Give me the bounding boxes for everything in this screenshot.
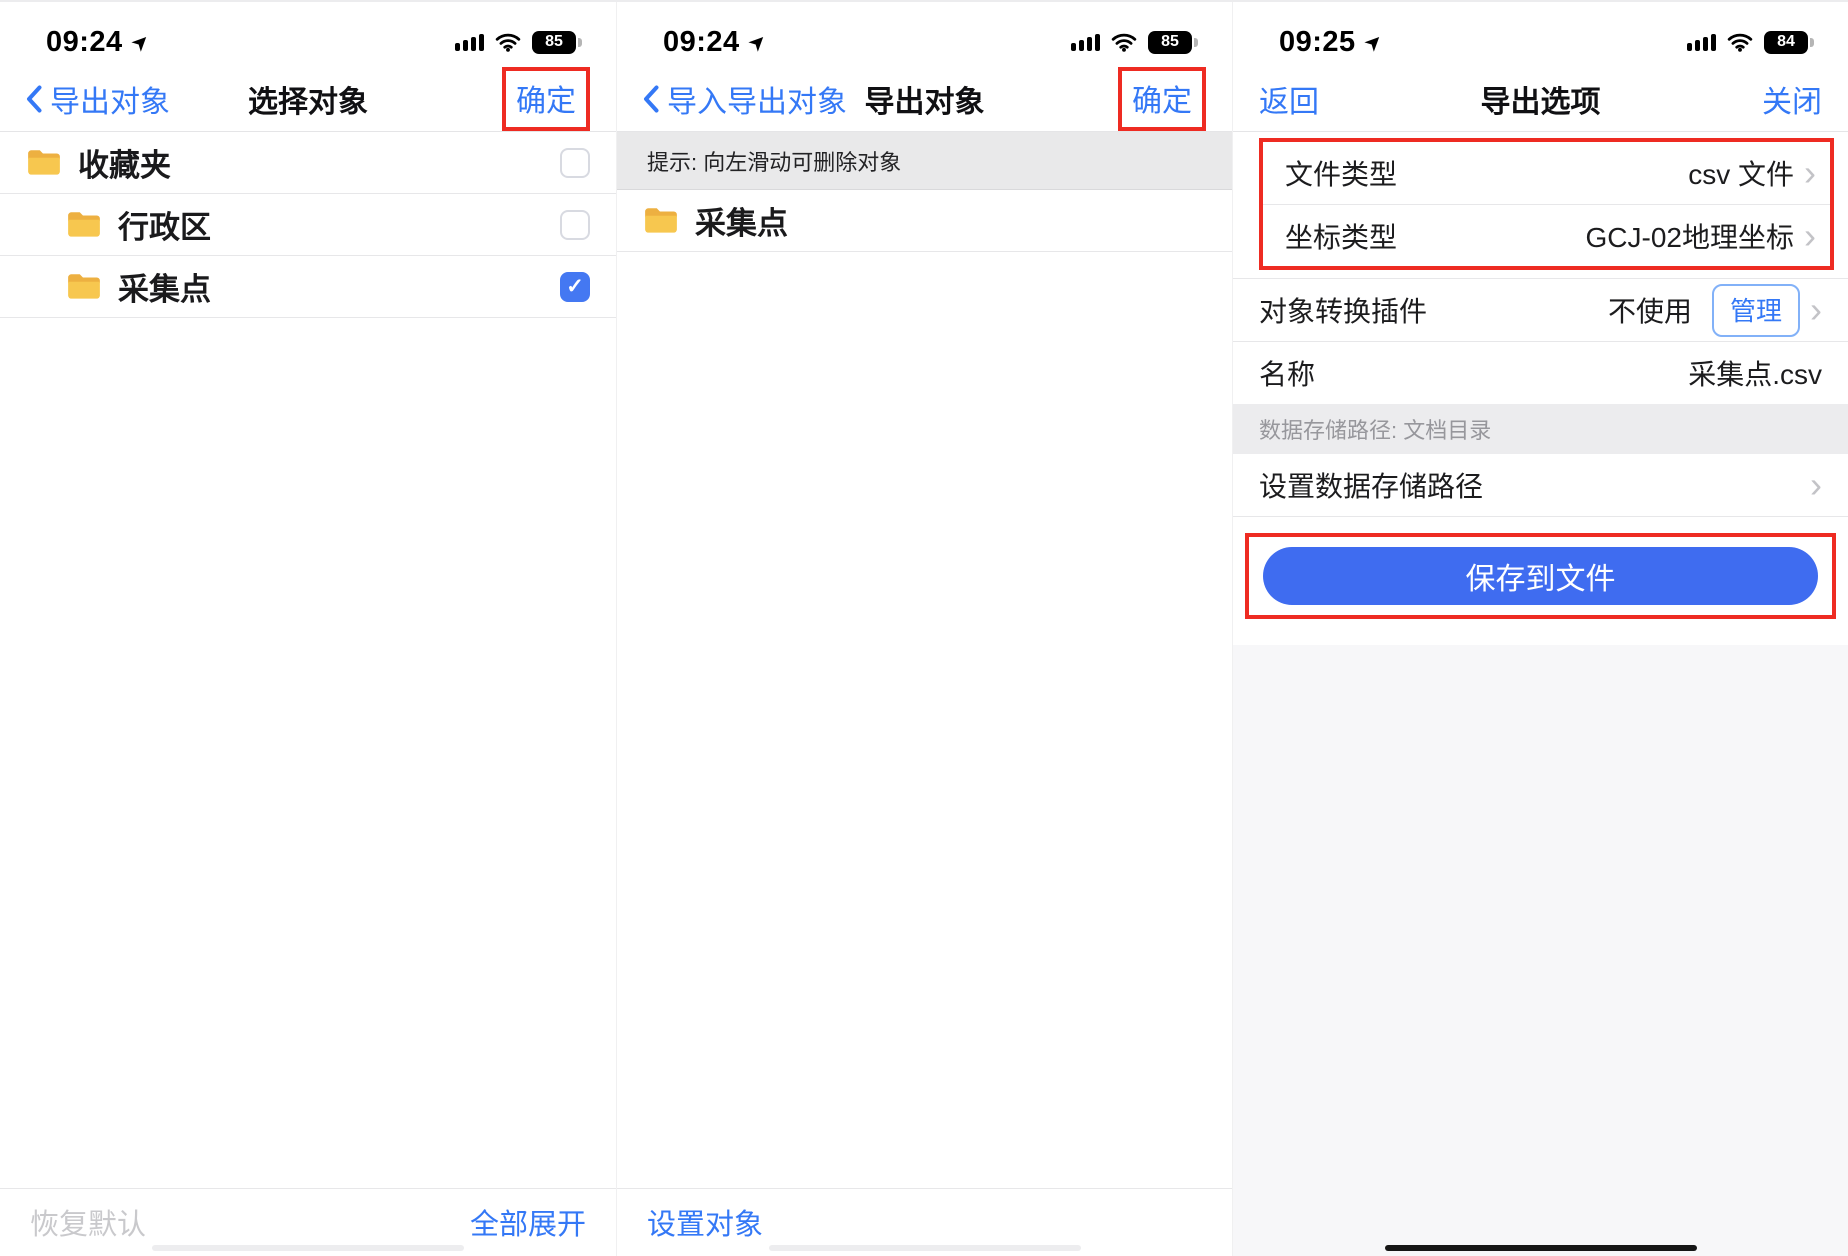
screen-select-objects: 09:24 ➤ 85 导出对象 选择对象 <box>0 2 616 1256</box>
file-name-value: 采集点.csv <box>1688 353 1822 393</box>
page-title: 导出对象 <box>865 77 985 121</box>
page-title: 导出选项 <box>1481 77 1601 121</box>
chevron-left-icon <box>643 85 659 113</box>
battery-icon: 84 <box>1764 31 1808 54</box>
battery-icon: 85 <box>532 31 576 54</box>
object-tree: 收藏夹 行政区 采集点 ✓ <box>0 132 616 318</box>
file-type-label: 文件类型 <box>1285 153 1397 193</box>
checkbox-checked[interactable]: ✓ <box>560 272 590 302</box>
page-title: 选择对象 <box>248 77 368 121</box>
clock: 09:25 <box>1279 26 1356 59</box>
back-label: 导入导出对象 <box>667 77 847 121</box>
clock: 09:24 <box>663 26 740 59</box>
save-to-file-button[interactable]: 保存到文件 <box>1263 547 1818 605</box>
annotation-box: 确定 <box>502 67 590 131</box>
location-arrow-icon: ➤ <box>127 28 154 55</box>
coord-type-row[interactable]: 坐标类型 GCJ-02地理坐标 › <box>1263 204 1830 266</box>
confirm-button[interactable]: 确定 <box>1132 85 1192 118</box>
status-bar: 09:24 ➤ 85 <box>0 2 616 66</box>
back-button[interactable]: 导入导出对象 <box>643 77 847 121</box>
restore-default-button[interactable]: 恢复默认 <box>30 1201 146 1243</box>
file-type-row[interactable]: 文件类型 csv 文件 › <box>1263 142 1830 204</box>
swipe-delete-hint: 提示: 向左滑动可删除对象 <box>617 132 1232 190</box>
three-screenshot-strip: 09:24 ➤ 85 导出对象 选择对象 <box>0 0 1848 1254</box>
checkbox-unchecked[interactable] <box>560 148 590 178</box>
back-label: 导出对象 <box>50 77 170 121</box>
screen-export-options: 09:25 ➤ 84 返回 导出选项 关闭 文件类型 <box>1232 2 1848 1256</box>
confirm-button[interactable]: 确定 <box>516 85 576 118</box>
set-storage-path-row[interactable]: 设置数据存储路径 › <box>1233 454 1848 516</box>
chevron-left-icon <box>26 85 42 113</box>
location-arrow-icon: ➤ <box>744 28 771 55</box>
home-indicator <box>769 1245 1081 1251</box>
plugin-row[interactable]: 对象转换插件 不使用 管理 › <box>1233 279 1848 341</box>
annotation-box: 保存到文件 <box>1245 533 1836 619</box>
battery-icon: 85 <box>1148 31 1192 54</box>
folder-icon <box>66 272 102 302</box>
coord-type-value: GCJ-02地理坐标 <box>1586 216 1794 256</box>
wifi-icon <box>495 32 521 52</box>
folder-icon <box>643 206 679 236</box>
tree-row-label: 收藏夹 <box>78 140 171 185</box>
chevron-right-icon: › <box>1804 218 1816 254</box>
coord-type-label: 坐标类型 <box>1285 216 1397 256</box>
tree-row-label: 行政区 <box>118 202 211 247</box>
list-item-collect-points[interactable]: 采集点 <box>617 190 1232 252</box>
annotation-box: 文件类型 csv 文件 › 坐标类型 GCJ-02地理坐标 › <box>1259 138 1834 270</box>
clock: 09:24 <box>46 26 123 59</box>
folder-icon <box>26 148 62 178</box>
nav-bar: 导出对象 选择对象 确定 <box>0 66 616 132</box>
return-button[interactable]: 返回 <box>1259 77 1319 121</box>
status-bar: 09:24 ➤ 85 <box>617 2 1232 66</box>
checkbox-unchecked[interactable] <box>560 210 590 240</box>
tree-row-favorites[interactable]: 收藏夹 <box>0 132 616 194</box>
plugin-value: 不使用 <box>1608 290 1692 330</box>
signal-icon <box>1071 34 1100 51</box>
tree-row-collect-points[interactable]: 采集点 ✓ <box>0 256 616 318</box>
folder-icon <box>66 210 102 240</box>
nav-bar: 导入导出对象 导出对象 确定 <box>617 66 1232 132</box>
wifi-icon <box>1111 32 1137 52</box>
annotation-box: 确定 <box>1118 67 1206 131</box>
chevron-right-icon: › <box>1810 467 1822 503</box>
divider <box>1233 516 1848 517</box>
chevron-right-icon: › <box>1810 292 1822 328</box>
chevron-right-icon: › <box>1804 155 1816 191</box>
set-objects-button[interactable]: 设置对象 <box>647 1201 763 1243</box>
home-indicator <box>152 1245 464 1251</box>
location-arrow-icon: ➤ <box>1360 28 1387 55</box>
nav-bar: 返回 导出选项 关闭 <box>1233 66 1848 132</box>
back-button[interactable]: 导出对象 <box>26 77 170 121</box>
empty-area <box>1233 645 1848 1256</box>
plugin-label: 对象转换插件 <box>1259 290 1427 330</box>
status-bar: 09:25 ➤ 84 <box>1233 2 1848 66</box>
home-indicator <box>1385 1245 1697 1251</box>
storage-path-note: 数据存储路径: 文档目录 <box>1233 404 1848 454</box>
expand-all-button[interactable]: 全部展开 <box>470 1201 586 1243</box>
tree-row-districts[interactable]: 行政区 <box>0 194 616 256</box>
set-storage-path-label: 设置数据存储路径 <box>1259 465 1483 505</box>
wifi-icon <box>1727 32 1753 52</box>
file-name-row[interactable]: 名称 采集点.csv <box>1233 342 1848 404</box>
manage-button[interactable]: 管理 <box>1712 284 1800 337</box>
tree-row-label: 采集点 <box>118 264 211 309</box>
signal-icon <box>455 34 484 51</box>
export-options-form: 文件类型 csv 文件 › 坐标类型 GCJ-02地理坐标 › 对象转换插件 不… <box>1233 132 1848 645</box>
list-item-label: 采集点 <box>695 198 788 243</box>
file-name-label: 名称 <box>1259 353 1315 393</box>
file-type-value: csv 文件 <box>1688 153 1794 193</box>
screen-export-objects: 09:24 ➤ 85 导入导出对象 导出对象 <box>616 2 1232 1256</box>
export-object-list: 采集点 <box>617 190 1232 252</box>
close-button[interactable]: 关闭 <box>1762 77 1822 121</box>
signal-icon <box>1687 34 1716 51</box>
